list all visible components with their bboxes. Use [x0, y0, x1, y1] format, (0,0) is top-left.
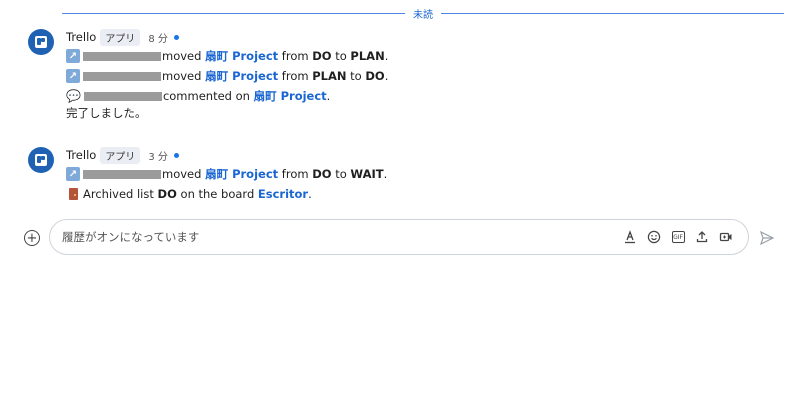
sender-name[interactable]: Trello	[66, 30, 96, 44]
app-badge: アプリ	[100, 146, 141, 164]
activity-verb: moved	[162, 69, 202, 83]
speech-bubble-icon: 💬	[66, 89, 81, 103]
app-badge: アプリ	[100, 28, 141, 46]
project-link[interactable]: 扇町 Project	[205, 48, 278, 64]
trello-logo-icon	[35, 154, 47, 166]
activity-line: ↗ moved 扇町 Project from DO to WAIT .	[66, 165, 387, 183]
activity-line: ↗ moved 扇町 Project from PLAN to DO .	[66, 67, 388, 85]
redacted-username	[83, 71, 161, 81]
project-link[interactable]: 扇町 Project	[205, 166, 278, 182]
activity-verb: commented on	[162, 89, 250, 103]
from-word: from	[281, 167, 309, 181]
unread-dot	[173, 34, 179, 40]
sender-name[interactable]: Trello	[66, 148, 96, 162]
line-end: .	[384, 69, 389, 83]
line-end: .	[384, 49, 389, 63]
redacted-username	[83, 51, 161, 61]
line-end: .	[383, 167, 388, 181]
to-word: to	[335, 49, 347, 63]
divider-line-right	[441, 12, 784, 14]
timestamp[interactable]: 8 分	[148, 30, 168, 45]
format-text-icon[interactable]	[622, 229, 638, 245]
video-call-icon[interactable]	[718, 229, 734, 245]
activity-verb: moved	[162, 167, 202, 181]
unread-dot	[173, 152, 179, 158]
unread-divider: 未読	[0, 6, 800, 21]
archived-list: DO	[157, 187, 177, 201]
divider-line-left	[62, 12, 405, 14]
arrow-icon: ↗	[66, 49, 80, 63]
arrow-icon: ↗	[66, 167, 80, 181]
door-icon	[69, 188, 78, 200]
message-composer: + 履歴がオンになっています GIF	[0, 219, 800, 257]
upload-icon[interactable]	[694, 229, 710, 245]
from-list: DO	[312, 167, 332, 181]
arrow-icon: ↗	[66, 69, 80, 83]
to-list: PLAN	[350, 49, 385, 63]
message-input[interactable]: 履歴がオンになっています	[62, 229, 614, 245]
comment-body: 完了しました。	[66, 106, 147, 120]
from-word: from	[281, 69, 309, 83]
to-list: WAIT	[350, 167, 384, 181]
from-list: DO	[312, 49, 332, 63]
message-header: Trello アプリ 3 分	[66, 146, 179, 164]
activity-line: 💬 commented on 扇町 Project .	[66, 87, 330, 105]
plus-circle-icon[interactable]: +	[24, 230, 40, 246]
send-icon[interactable]	[758, 229, 776, 247]
redacted-username	[83, 91, 162, 101]
message-header: Trello アプリ 8 分	[66, 28, 179, 46]
unread-label: 未読	[413, 9, 433, 21]
gif-icon[interactable]: GIF	[670, 229, 686, 245]
line-end: .	[326, 89, 331, 103]
to-list: DO	[365, 69, 385, 83]
line-end: .	[308, 187, 312, 201]
message-input-box[interactable]: 履歴がオンになっています GIF	[49, 219, 749, 255]
trello-logo-icon	[35, 36, 47, 48]
project-link[interactable]: 扇町 Project	[205, 68, 278, 84]
from-list: PLAN	[312, 69, 347, 83]
emoji-icon[interactable]	[646, 229, 662, 245]
timestamp[interactable]: 3 分	[148, 148, 168, 163]
redacted-username	[83, 169, 161, 179]
activity-line: Archived list DO on the board Escritor .	[66, 185, 312, 203]
to-word: to	[335, 167, 347, 181]
trello-avatar[interactable]	[28, 29, 54, 55]
archive-text: Archived list	[83, 187, 154, 201]
from-word: from	[281, 49, 309, 63]
project-link[interactable]: 扇町 Project	[254, 88, 327, 104]
activity-verb: moved	[162, 49, 202, 63]
archive-text-mid: on the board	[180, 187, 255, 201]
board-link[interactable]: Escritor	[258, 187, 308, 201]
trello-avatar[interactable]	[28, 147, 54, 173]
to-word: to	[350, 69, 362, 83]
activity-line: ↗ moved 扇町 Project from DO to PLAN .	[66, 47, 388, 65]
